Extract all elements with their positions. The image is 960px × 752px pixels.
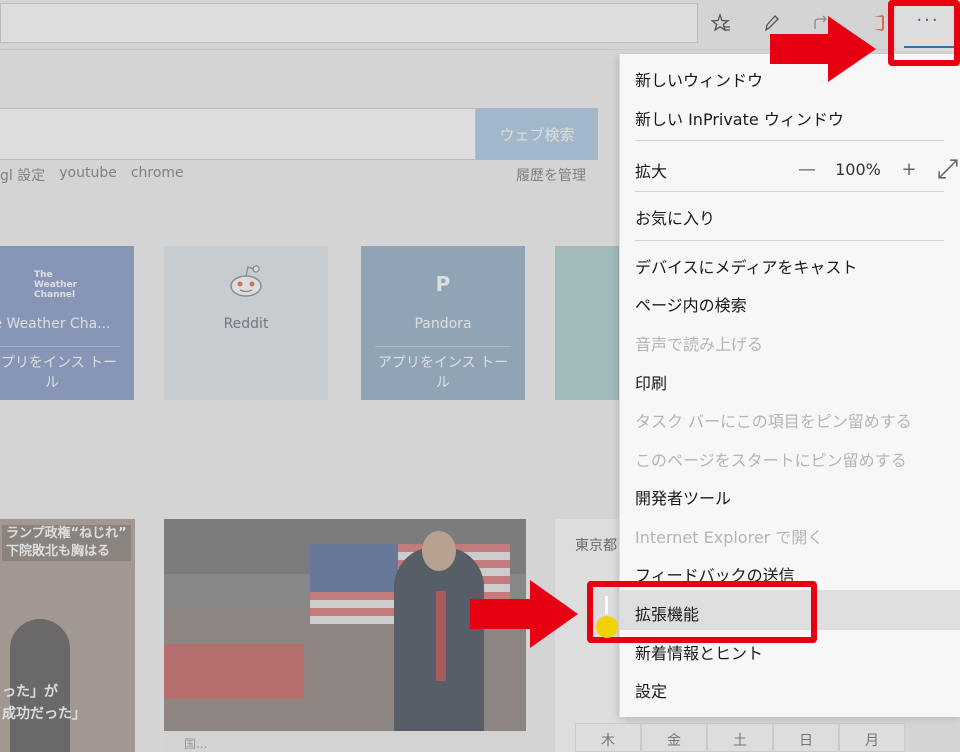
menu-item-settings[interactable]: 設定 <box>635 678 667 702</box>
menu-item-zoom: 拡大 <box>635 162 668 181</box>
menu-item-find-on-page[interactable]: ページ内の検索 <box>635 292 747 316</box>
annotation-arrow-extensions <box>470 580 578 648</box>
annotation-arrow-more-button <box>770 16 876 82</box>
menu-item-cast-media[interactable]: デバイスにメディアをキャスト <box>635 254 857 278</box>
menu-separator <box>635 191 944 192</box>
menu-item-favorites[interactable]: お気に入り <box>635 205 715 229</box>
menu-item-pin-start: このページをスタートにピン留めする <box>635 451 907 470</box>
menu-item-new-inprivate-window[interactable]: 新しい InPrivate ウィンドウ <box>635 106 844 130</box>
menu-item-print[interactable]: 印刷 <box>635 370 667 394</box>
menu-item-read-aloud: 音声で読み上げる <box>635 335 764 354</box>
menu-item-open-ie: Internet Explorer で開く <box>635 528 824 547</box>
zoom-control: — 100% + <box>787 158 959 180</box>
menu-item-developer-tools[interactable]: 開発者ツール <box>635 485 731 509</box>
annotation-highlight-more-button <box>888 0 960 66</box>
menu-separator <box>635 140 944 141</box>
menu-item-new-window[interactable]: 新しいウィンドウ <box>635 67 763 91</box>
cursor-icon <box>596 596 618 638</box>
menu-item-pin-taskbar: タスク バーにこの項目をピン留めする <box>635 412 912 431</box>
zoom-level: 100% <box>835 159 881 179</box>
zoom-out-button[interactable]: — <box>787 159 827 180</box>
fullscreen-icon[interactable] <box>937 158 959 180</box>
menu-item-whats-new[interactable]: 新着情報とヒント <box>635 640 763 664</box>
zoom-in-button[interactable]: + <box>889 159 929 180</box>
menu-separator <box>635 240 944 241</box>
